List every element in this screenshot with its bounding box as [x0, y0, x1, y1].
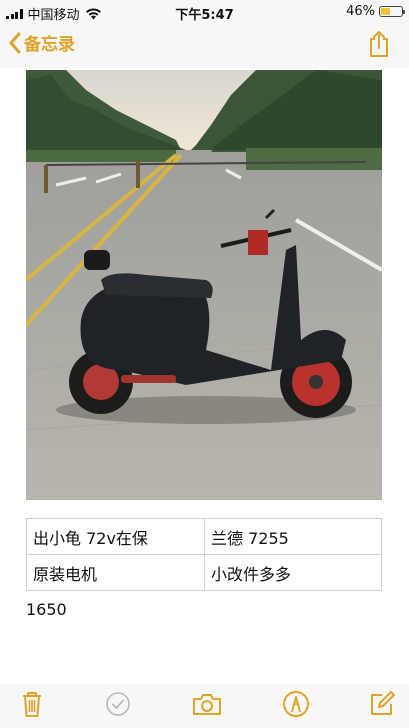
- battery-percent: 46%: [346, 4, 375, 19]
- table-cell[interactable]: 出小龟 72v在保: [26, 518, 205, 555]
- compose-icon[interactable]: [368, 690, 396, 718]
- table-cell[interactable]: 小改件多多: [204, 554, 382, 591]
- table-cell[interactable]: 原装电机: [26, 554, 205, 591]
- camera-icon[interactable]: [192, 690, 222, 718]
- bottom-toolbar: [0, 684, 409, 728]
- scooter-photo[interactable]: [26, 70, 382, 500]
- chevron-left-icon: [9, 32, 21, 53]
- battery-level-fill: [381, 8, 390, 15]
- back-button[interactable]: 备忘录: [8, 30, 75, 55]
- table-cell[interactable]: 兰德 7255: [204, 518, 382, 555]
- checklist-icon[interactable]: [104, 690, 132, 718]
- note-body-text[interactable]: 1650: [26, 600, 67, 619]
- table-row: 出小龟 72v在保 兰德 7255: [26, 518, 382, 555]
- status-bar: 中国移动 下午5:47 46%: [0, 0, 409, 23]
- back-label: 备忘录: [24, 35, 75, 55]
- battery-icon: [379, 6, 405, 17]
- note-table[interactable]: 出小龟 72v在保 兰德 7255 原装电机 小改件多多: [26, 518, 382, 591]
- trash-icon[interactable]: [18, 690, 46, 718]
- table-row: 原装电机 小改件多多: [26, 554, 382, 591]
- status-right: 46%: [346, 4, 405, 19]
- navigation-bar: 备忘录: [0, 22, 409, 68]
- share-icon[interactable]: [367, 30, 391, 58]
- markup-pen-icon[interactable]: [282, 690, 310, 718]
